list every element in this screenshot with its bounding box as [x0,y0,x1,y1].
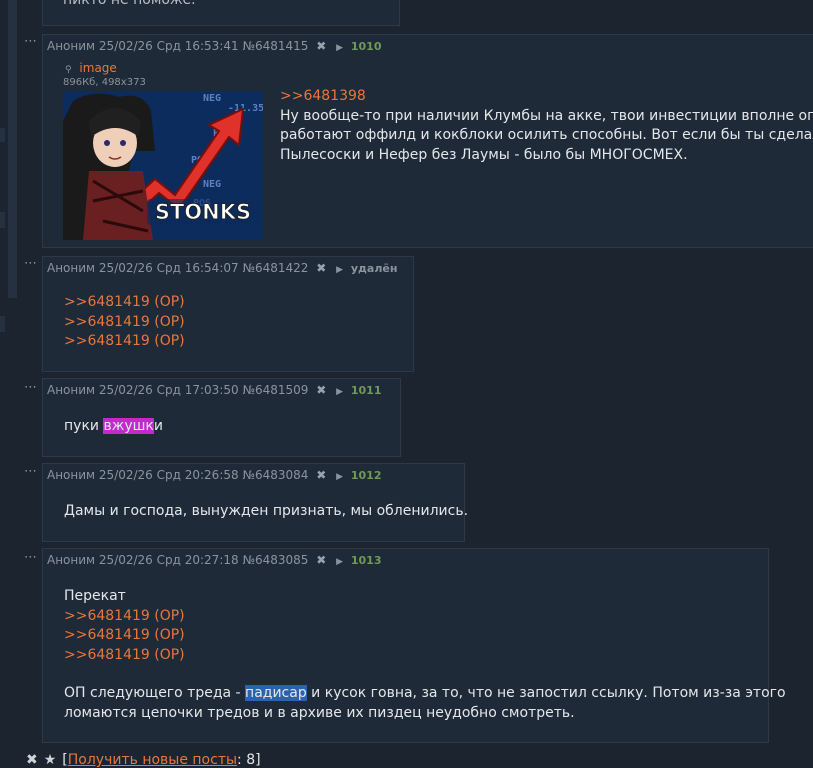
star-icon[interactable]: ★ [44,752,57,768]
post-menu-dots[interactable]: ⋯ [24,550,38,565]
message-text: и [153,418,163,434]
message-text: и кусок говна, за то, что не запостил сс… [306,685,786,701]
highlighted-text: вжушк [103,418,154,434]
poster-name: Аноним [47,383,96,397]
post: Аноним 25/02/26 Срд 17:03:50 №6481509 ✖ … [42,378,401,457]
post-menu-dots[interactable]: ⋯ [24,34,38,49]
left-marker [0,212,5,228]
reply-link[interactable]: >>6481419 (OP) [64,626,786,646]
post-counter: 1010 [350,40,382,53]
message-line: работают оффилд и кокблоки осилить спосо… [280,127,813,143]
post: Аноним 25/02/26 Срд 16:53:41 №6481415 ✖ … [42,34,813,248]
post: Аноним 25/02/26 Срд 16:54:07 №6481422 ✖ … [42,256,414,372]
post-id-link[interactable]: №6483084 [242,468,308,482]
message-text: пуки [64,418,104,434]
search-icon[interactable]: ⚲ [65,65,72,75]
post-counter: 1013 [350,554,382,567]
poster-name: Аноним [47,468,96,482]
thumb-caption: STONKS [155,200,251,224]
new-posts-count: 8 [246,752,256,768]
post-message: Дамы и господа, вынужден признать, мы об… [64,503,469,519]
post-message: пуки вжушки [64,417,163,437]
post-id-link[interactable]: №6481422 [242,261,308,275]
message-line: Перекат [64,588,126,604]
post: Аноним 25/02/26 Срд 20:26:58 №6483084 ✖ … [42,463,469,542]
get-new-posts-link[interactable]: Получить новые посты [68,752,237,768]
post-menu-dots[interactable]: ⋯ [24,256,38,271]
svg-text:NEG: NEG [203,179,221,190]
post-id-link[interactable]: №6481509 [242,383,308,397]
left-scroll-indicator [8,0,17,298]
post-id-link[interactable]: №6481415 [242,39,308,53]
close-icon[interactable]: ✖ [26,752,38,768]
expand-icon[interactable]: ▶ [336,387,343,397]
post-text: пикто не поможе. [63,0,196,8]
hide-icon[interactable]: ✖ [316,261,326,275]
post-header: Аноним 25/02/26 Срд 17:03:50 №6481509 ✖ … [47,383,382,397]
hide-icon[interactable]: ✖ [316,468,326,482]
deleted-badge: удалён [350,262,398,275]
post-message: Перекат >>6481419 (OP) >>6481419 (OP) >>… [64,587,786,723]
hide-icon[interactable]: ✖ [316,39,326,53]
hide-icon[interactable]: ✖ [316,553,326,567]
message-line: Ну вообще-то при наличии Клумбы на акке,… [280,107,813,124]
message-text: ОП следующего треда - [64,685,246,701]
bracket: ] [255,752,261,768]
expand-icon[interactable]: ▶ [336,43,343,53]
post-image-thumbnail[interactable]: NEG -11.35 POS POS NEG POS STONKS [63,91,263,240]
hide-icon[interactable]: ✖ [316,383,326,397]
reply-link[interactable]: >>6481419 (OP) [64,293,185,313]
post-date: 25/02/26 Срд 17:03:50 [98,383,239,397]
message-line: ломаются цепочки тредов и в архиве их пи… [64,704,575,721]
message-line: ОП следующего треда - падисар и кусок го… [64,684,786,704]
file-name[interactable]: image [79,61,116,75]
post-menu-dots[interactable]: ⋯ [24,464,38,479]
expand-icon[interactable]: ▶ [336,557,343,567]
post: Аноним 25/02/26 Срд 20:27:18 №6483085 ✖ … [42,548,786,743]
thread-footer: ✖ ★ [Получить новые посты: 8] [26,752,261,768]
file-size: 896Кб, 498x373 [63,77,146,88]
left-marker [0,128,5,142]
highlighted-text: падисар [245,685,307,701]
separator: : [237,752,247,768]
post-counter: 1012 [350,469,382,482]
post-counter: 1011 [350,384,382,397]
reply-link[interactable]: >>6481419 (OP) [64,332,185,352]
expand-icon[interactable]: ▶ [336,472,343,482]
file-link[interactable]: ⚲ image [65,61,117,75]
message-line: Пылесоски и Нефер без Лаумы - было бы МН… [280,146,688,163]
expand-icon[interactable]: ▶ [336,265,343,275]
svg-text:NEG: NEG [203,93,221,104]
post-id-link[interactable]: №6483085 [242,553,308,567]
reply-link[interactable]: >>6481419 (OP) [64,607,786,627]
post-header: Аноним 25/02/26 Срд 20:26:58 №6483084 ✖ … [47,468,382,482]
post-message: >>6481398 Ну вообще-то при наличии Клумб… [280,87,813,165]
post-menu-dots[interactable]: ⋯ [24,380,38,395]
post-header: Аноним 25/02/26 Срд 16:53:41 №6481415 ✖ … [47,39,382,53]
post-message: >>6481419 (OP) >>6481419 (OP) >>6481419 … [64,293,185,352]
left-marker [0,316,5,332]
svg-text:-11.35: -11.35 [228,103,263,114]
poster-name: Аноним [47,261,96,275]
previous-post-fragment: пикто не поможе. [42,0,400,26]
post-date: 25/02/26 Срд 20:26:58 [98,468,239,482]
post-header: Аноним 25/02/26 Срд 20:27:18 №6483085 ✖ … [47,553,382,567]
poster-name: Аноним [47,553,96,567]
post-date: 25/02/26 Срд 16:53:41 [98,39,239,53]
reply-link[interactable]: >>6481419 (OP) [64,313,185,333]
post-date: 25/02/26 Срд 16:54:07 [98,261,239,275]
poster-name: Аноним [47,39,96,53]
post-header: Аноним 25/02/26 Срд 16:54:07 №6481422 ✖ … [47,261,397,275]
reply-link[interactable]: >>6481398 [280,87,813,107]
post-date: 25/02/26 Срд 20:27:18 [98,553,239,567]
reply-link[interactable]: >>6481419 (OP) [64,646,786,666]
